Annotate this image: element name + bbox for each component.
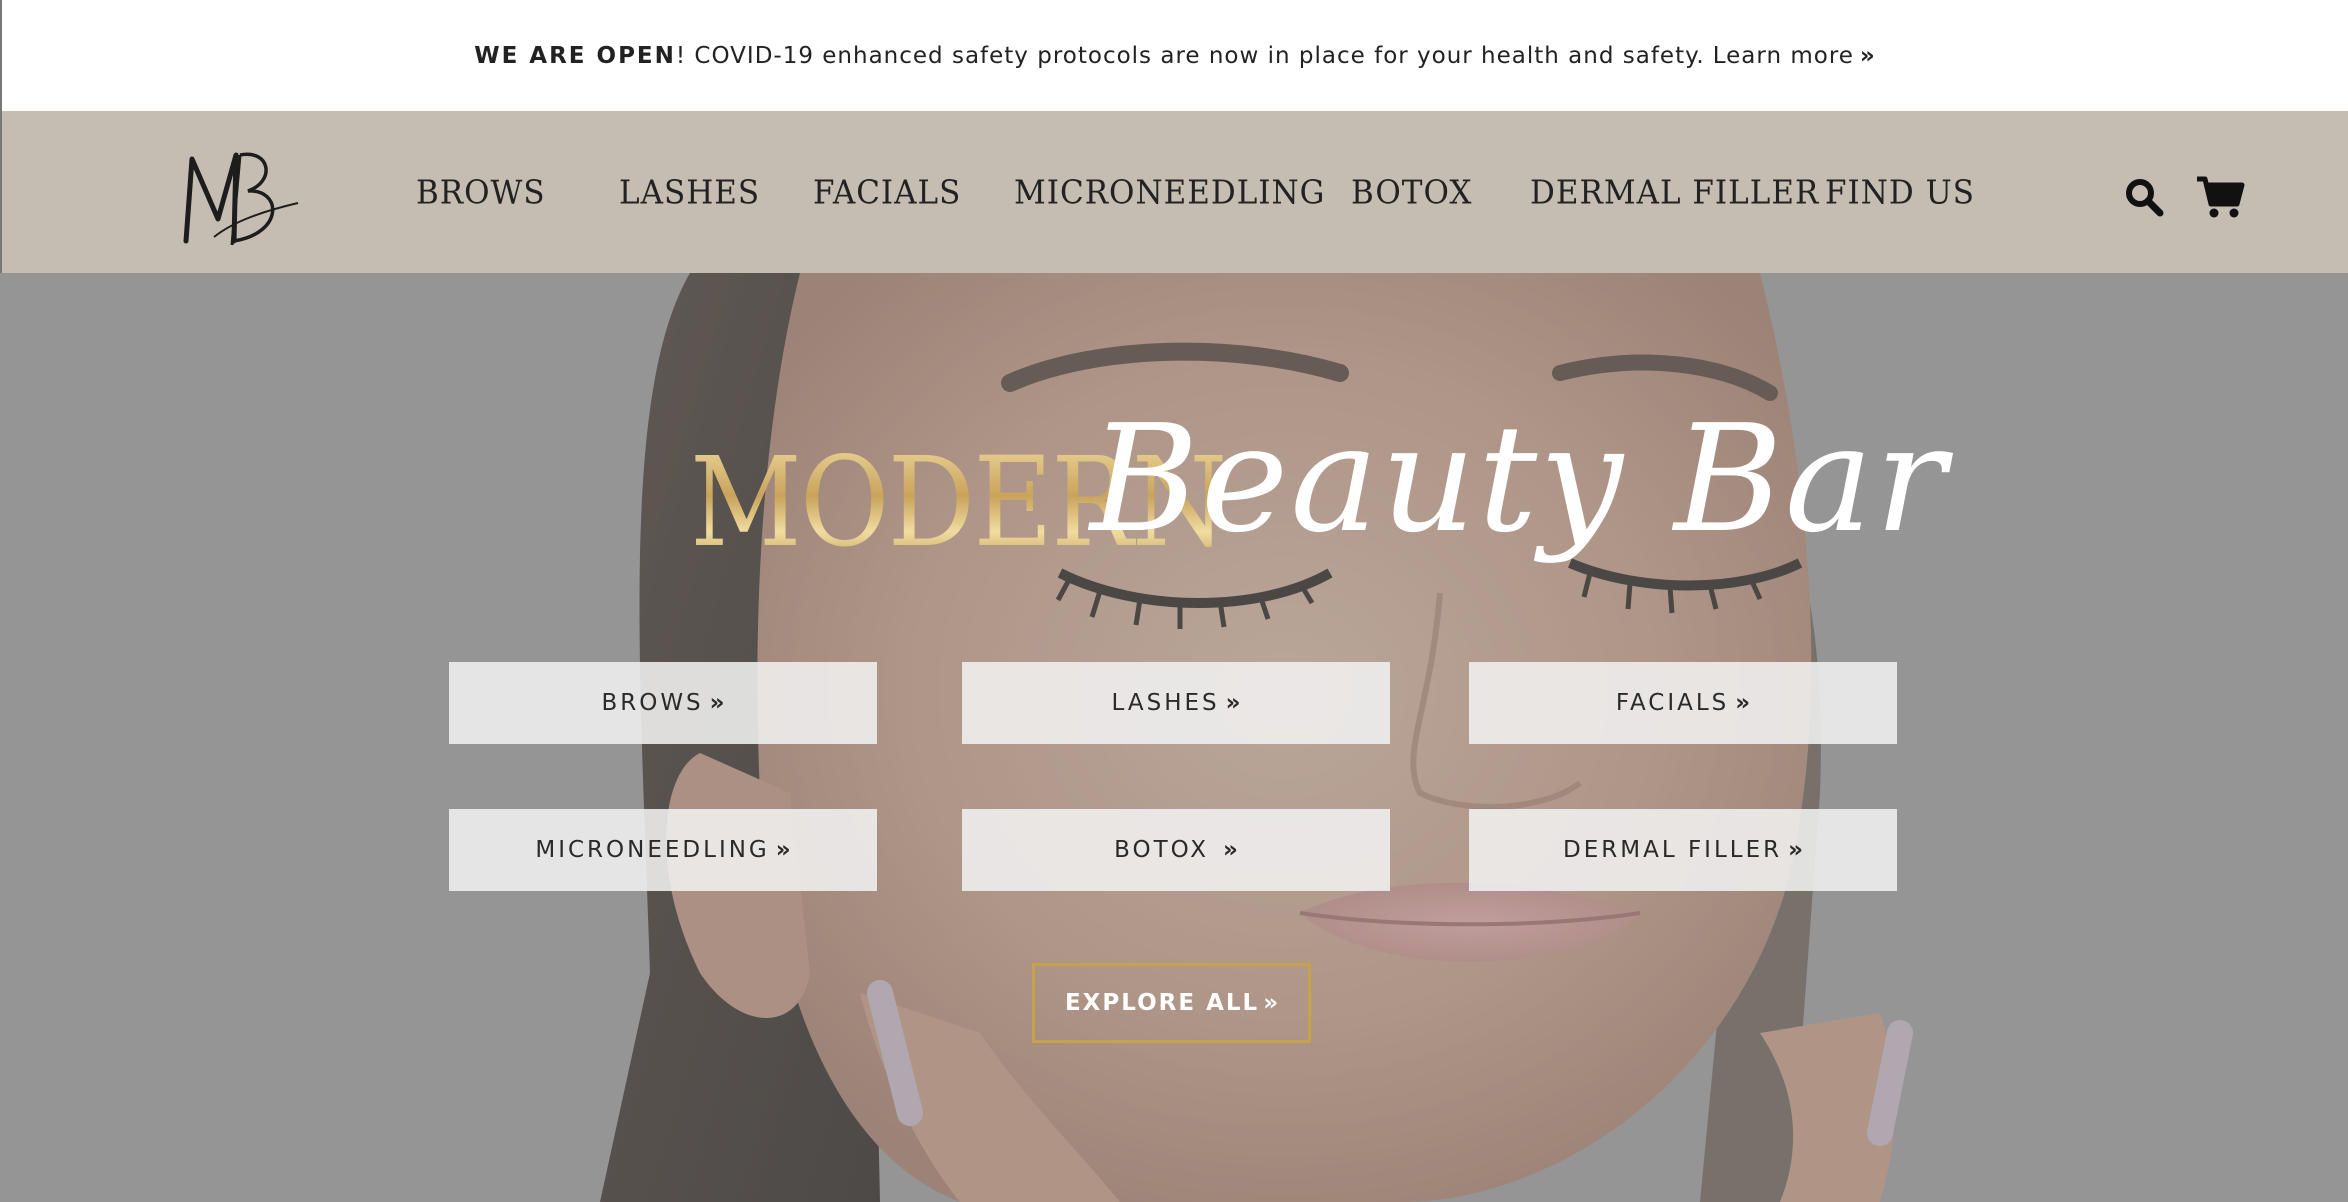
explore-all-label: EXPLORE ALL xyxy=(1064,990,1260,1016)
nav-facials[interactable]: FACIALS xyxy=(813,174,961,212)
nav-dermal-filler[interactable]: DERMAL FILLER xyxy=(1530,174,1819,212)
nav-botox[interactable]: BOTOX xyxy=(1351,174,1472,212)
search-icon xyxy=(2126,179,2164,217)
service-button-dermal-filler[interactable]: DERMAL FILLER» xyxy=(1469,809,1897,891)
site-logo[interactable] xyxy=(174,141,302,251)
site-header: BROWS LASHES FACIALS MICRONEEDLING BOTOX… xyxy=(0,111,2348,273)
learn-more-link[interactable]: Learn more» xyxy=(1713,43,1876,69)
explore-all-button[interactable]: EXPLORE ALL» xyxy=(1032,963,1311,1043)
nav-microneedling[interactable]: MICRONEEDLING xyxy=(1014,174,1325,212)
chevron-right-icon: » xyxy=(709,690,725,716)
service-button-label: MICRONEEDLING xyxy=(535,837,770,863)
chevron-right-icon: » xyxy=(1223,837,1238,863)
search-button[interactable] xyxy=(2118,171,2170,223)
announcement-bar: WE ARE OPEN ! COVID-19 enhanced safety p… xyxy=(0,0,2348,111)
learn-more-label: Learn more xyxy=(1712,42,1854,69)
announcement-text: ! COVID-19 enhanced safety protocols are… xyxy=(675,42,1705,69)
service-button-label: BROWS xyxy=(601,690,704,716)
service-button-label: FACIALS xyxy=(1615,690,1730,716)
hero-section: MODERN Beauty Bar BROWS» LASHES» FACIALS… xyxy=(0,273,2348,1202)
service-button-facials[interactable]: FACIALS» xyxy=(1469,662,1897,744)
chevron-right-icon: » xyxy=(1788,837,1803,863)
chevron-right-icon: » xyxy=(775,837,791,863)
service-button-botox[interactable]: BOTOX » xyxy=(962,809,1390,891)
chevron-right-icon: » xyxy=(1859,42,1876,69)
service-button-microneedling[interactable]: MICRONEEDLING» xyxy=(449,809,877,891)
hero-brand-title: MODERN Beauty Bar xyxy=(690,393,1946,623)
brand-title-script: Beauty Bar xyxy=(1090,393,1948,565)
cart-icon xyxy=(2197,176,2245,218)
service-button-label: DERMAL FILLER xyxy=(1563,837,1783,863)
announcement-strong: WE ARE OPEN xyxy=(474,42,676,69)
chevron-right-icon: » xyxy=(1735,690,1751,716)
chevron-right-icon: » xyxy=(1263,990,1279,1016)
nav-lashes[interactable]: LASHES xyxy=(619,174,760,212)
service-button-label: LASHES xyxy=(1111,690,1220,716)
chevron-right-icon: » xyxy=(1225,690,1241,716)
service-button-lashes[interactable]: LASHES» xyxy=(962,662,1390,744)
cart-button[interactable] xyxy=(2194,171,2246,223)
nav-brows[interactable]: BROWS xyxy=(416,174,546,212)
logo-monogram-icon xyxy=(183,152,299,246)
service-button-label: BOTOX xyxy=(1114,837,1210,863)
service-button-brows[interactable]: BROWS» xyxy=(449,662,877,744)
nav-find-us[interactable]: FIND US xyxy=(1825,174,1975,212)
